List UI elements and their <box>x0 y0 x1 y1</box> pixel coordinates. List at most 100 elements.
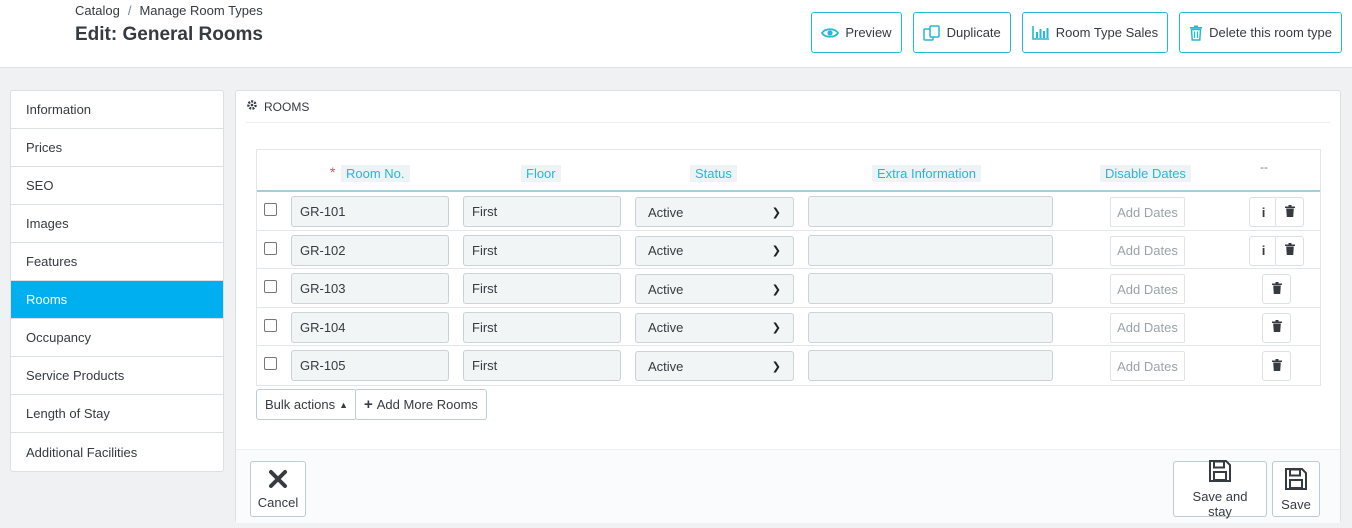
add-dates-button[interactable]: Add Dates <box>1110 312 1185 343</box>
sidebar-item-additional-facilities[interactable]: Additional Facilities <box>11 433 223 471</box>
floor-input[interactable]: First <box>463 273 621 304</box>
floor-input[interactable]: First <box>463 311 621 343</box>
cancel-button[interactable]: Cancel <box>250 461 306 517</box>
save-and-stay-button[interactable]: Save and stay <box>1173 459 1267 519</box>
close-icon <box>268 469 288 492</box>
toolbar: Preview Duplicate Room Type Sales Delete… <box>811 12 1342 53</box>
floor-input[interactable]: First <box>463 234 621 266</box>
info-button[interactable]: i <box>1249 197 1278 227</box>
table-row: GR-103 First Active ❯ Add Dates <box>257 269 1320 308</box>
chevron-down-icon: ❯ <box>771 322 781 334</box>
room-no-input[interactable]: GR-101 <box>291 196 449 227</box>
status-value: Active <box>648 281 684 297</box>
status-select[interactable]: Active ❯ <box>635 312 794 343</box>
table-header: * Room No. Floor Status Extra Informatio… <box>257 150 1320 192</box>
delete-room-type-button[interactable]: Delete this room type <box>1179 12 1342 53</box>
room-type-sales-button[interactable]: Room Type Sales <box>1021 12 1169 53</box>
copy-icon <box>922 24 941 41</box>
add-dates-button[interactable]: Add Dates <box>1110 235 1185 266</box>
delete-room-button[interactable] <box>1262 351 1291 381</box>
floppy-disk-icon <box>1208 459 1232 486</box>
row-checkbox[interactable] <box>264 203 277 216</box>
table-row: GR-102 First Active ❯ Add Dates i <box>257 231 1320 269</box>
info-button[interactable]: i <box>1249 235 1278 266</box>
extra-information-input[interactable] <box>808 350 1053 381</box>
row-checkbox[interactable] <box>264 241 277 255</box>
chevron-down-icon: ❯ <box>771 245 781 257</box>
delete-room-button[interactable] <box>1275 235 1304 266</box>
room-no-input[interactable]: GR-103 <box>291 273 449 304</box>
status-select[interactable]: Active ❯ <box>635 235 794 266</box>
row-checkbox[interactable] <box>264 357 277 370</box>
room-no-input[interactable]: GR-105 <box>291 350 449 381</box>
add-dates-button[interactable]: Add Dates <box>1110 351 1185 381</box>
caret-up-icon: ▲ <box>339 399 349 410</box>
bar-chart-icon <box>1031 25 1050 40</box>
sidebar-item-prices[interactable]: Prices <box>11 129 223 167</box>
status-value: Active <box>648 204 684 220</box>
sidebar-item-seo[interactable]: SEO <box>11 167 223 205</box>
add-more-rooms-button[interactable]: + Add More Rooms <box>355 389 487 420</box>
column-room-no: Room No. <box>341 165 410 182</box>
sidebar-item-service-products[interactable]: Service Products <box>11 357 223 395</box>
column-status: Status <box>690 165 737 182</box>
sidebar-item-rooms[interactable]: Rooms <box>11 281 223 319</box>
bulk-actions-label: Bulk actions <box>265 397 336 412</box>
extra-information-input[interactable] <box>808 311 1053 343</box>
add-dates-button[interactable]: Add Dates <box>1110 274 1185 304</box>
sidebar-item-images[interactable]: Images <box>11 205 223 243</box>
sidebar-item-features[interactable]: Features <box>11 243 223 281</box>
save-and-stay-label: Save and stay <box>1192 489 1248 519</box>
duplicate-button[interactable]: Duplicate <box>912 12 1011 53</box>
extra-information-input[interactable] <box>808 273 1053 304</box>
trash-icon <box>1189 25 1203 41</box>
breadcrumb-catalog[interactable]: Catalog <box>75 3 120 18</box>
breadcrumb-manage-room-types[interactable]: Manage Room Types <box>139 3 262 18</box>
save-button[interactable]: Save <box>1272 461 1320 517</box>
status-select[interactable]: Active ❯ <box>635 197 794 227</box>
sidebar-item-occupancy[interactable]: Occupancy <box>11 319 223 357</box>
add-dates-button[interactable]: Add Dates <box>1110 197 1185 227</box>
trash-icon <box>1271 358 1282 374</box>
table-row: GR-101 First Active ❯ Add Dates i <box>257 192 1320 231</box>
required-marker: * <box>330 164 336 180</box>
chevron-down-icon: ❯ <box>771 283 781 296</box>
column-floor: Floor <box>521 165 561 182</box>
floor-input[interactable]: First <box>463 196 621 227</box>
extra-information-input[interactable] <box>808 196 1053 227</box>
room-no-input[interactable]: GR-102 <box>291 234 449 266</box>
status-value: Active <box>648 243 684 258</box>
sidebar-item-information[interactable]: Information <box>11 91 223 129</box>
duplicate-label: Duplicate <box>946 25 1001 40</box>
column-actions: -- <box>1260 160 1268 174</box>
rooms-panel: ROOMS * Room No. Floor Status Extra Info… <box>235 90 1341 523</box>
preview-button[interactable]: Preview <box>811 12 902 53</box>
table-row: GR-105 First Active ❯ Add Dates <box>257 346 1320 385</box>
status-value: Active <box>648 320 684 335</box>
sidebar-item-length-of-stay[interactable]: Length of Stay <box>11 395 223 433</box>
info-icon: i <box>1261 204 1266 220</box>
page-title: Edit: General Rooms <box>75 24 263 45</box>
trash-icon <box>1271 281 1282 297</box>
status-select[interactable]: Active ❯ <box>635 351 794 381</box>
add-more-rooms-label: Add More Rooms <box>376 397 478 412</box>
row-checkbox[interactable] <box>264 318 277 332</box>
floppy-disk-icon <box>1284 467 1308 494</box>
rooms-table: * Room No. Floor Status Extra Informatio… <box>256 149 1321 386</box>
delete-room-button[interactable] <box>1262 312 1291 343</box>
floor-input[interactable]: First <box>463 350 621 381</box>
chevron-down-icon: ❯ <box>771 360 781 373</box>
plus-icon: + <box>364 396 373 413</box>
row-checkbox[interactable] <box>264 280 277 293</box>
panel-title: ROOMS <box>264 99 310 114</box>
status-select[interactable]: Active ❯ <box>635 274 794 304</box>
eye-icon <box>821 27 840 39</box>
delete-room-button[interactable] <box>1275 197 1304 227</box>
extra-information-input[interactable] <box>808 234 1053 266</box>
delete-room-type-label: Delete this room type <box>1209 25 1332 40</box>
bulk-actions-button[interactable]: Bulk actions ▲ <box>256 389 358 420</box>
room-no-input[interactable]: GR-104 <box>291 311 449 343</box>
delete-room-button[interactable] <box>1262 274 1291 304</box>
panel-heading: ROOMS <box>246 99 1330 123</box>
trash-icon <box>1271 320 1282 335</box>
